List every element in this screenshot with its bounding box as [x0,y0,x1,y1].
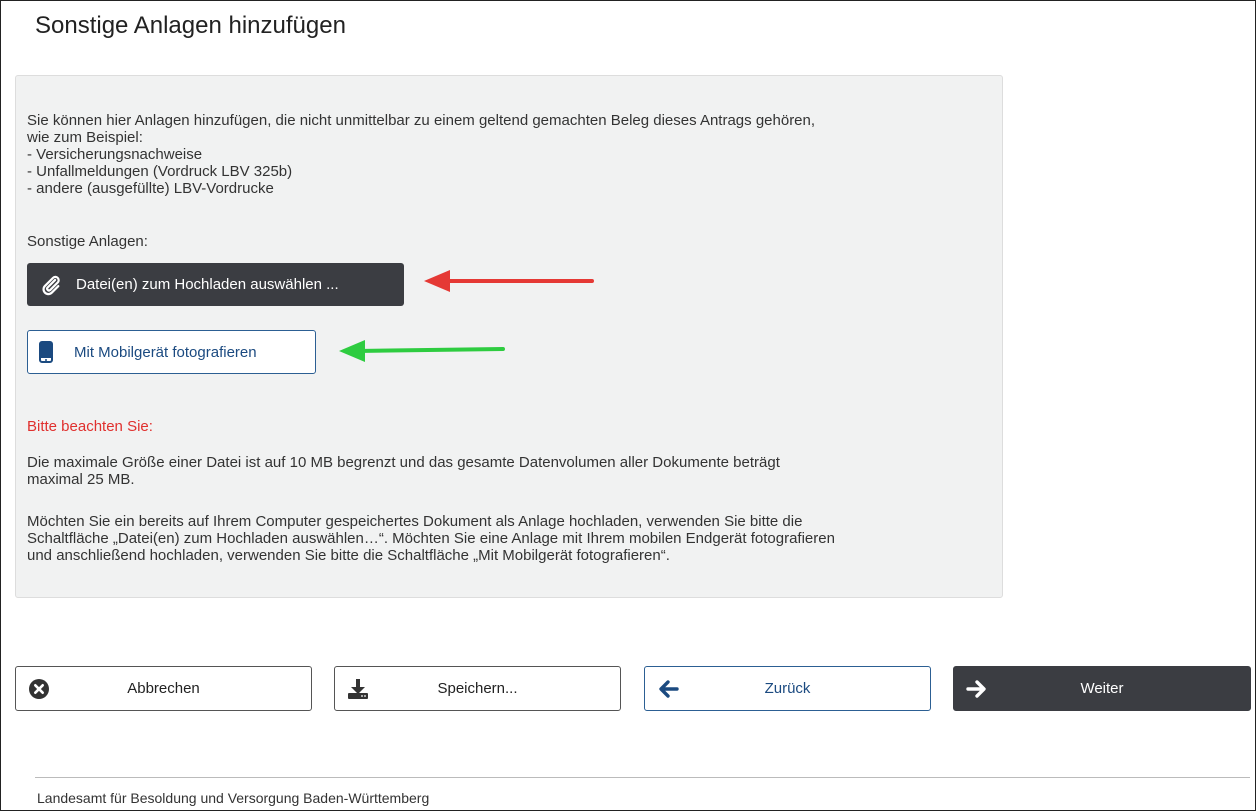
mobile-phone-icon [38,341,54,363]
back-button[interactable]: Zurück [644,666,931,711]
paperclip-icon [40,274,62,296]
green-annotation-arrow-icon [339,340,505,362]
close-circle-icon [28,678,50,700]
page-title: Sonstige Anlagen hinzufügen [35,12,346,39]
next-button[interactable]: Weiter [953,666,1251,711]
back-label: Zurück [764,680,811,697]
intro-text: Sie können hier Anlagen hinzufügen, die … [27,112,987,197]
note-line: und anschließend hochladen, verwenden Si… [27,547,670,564]
intro-line: - andere (ausgefüllte) LBV-Vordrucke [27,180,274,197]
arrow-right-icon [966,678,988,700]
intro-line: - Versicherungsnachweise [27,146,203,163]
upload-files-label: Datei(en) zum Hochladen auswählen ... [76,276,339,293]
intro-line: wie zum Beispiel: [27,129,143,146]
download-icon [347,678,369,700]
red-annotation-arrow-icon [424,270,594,292]
note-line: maximal 25 MB. [27,471,135,488]
footer-divider [35,777,1250,778]
notice-title: Bitte beachten Sie: [27,418,153,435]
mobile-photo-label: Mit Mobilgerät fotografieren [74,343,257,361]
note-line: Schaltfläche „Datei(en) zum Hochladen au… [27,530,835,547]
arrow-left-icon [657,678,679,700]
upload-files-button[interactable]: Datei(en) zum Hochladen auswählen ... [27,263,404,306]
note-line: Möchten Sie ein bereits auf Ihrem Comput… [27,513,803,530]
note-line: Die maximale Größe einer Datei ist auf 1… [27,454,780,471]
next-label: Weiter [1080,680,1124,697]
intro-line: - Unfallmeldungen (Vordruck LBV 325b) [27,163,293,180]
upload-help-note: Möchten Sie ein bereits auf Ihrem Comput… [27,513,997,564]
footer-text: Landesamt für Besoldung und Versorgung B… [37,790,430,806]
save-button[interactable]: Speichern... [334,666,621,711]
section-label: Sonstige Anlagen: [27,233,148,250]
size-limit-note: Die maximale Größe einer Datei ist auf 1… [27,454,967,488]
intro-line: Sie können hier Anlagen hinzufügen, die … [27,112,816,129]
cancel-button[interactable]: Abbrechen [15,666,312,711]
mobile-photo-button[interactable]: Mit Mobilgerät fotografieren [27,330,316,374]
save-label: Speichern... [437,680,518,697]
cancel-label: Abbrechen [127,680,200,697]
